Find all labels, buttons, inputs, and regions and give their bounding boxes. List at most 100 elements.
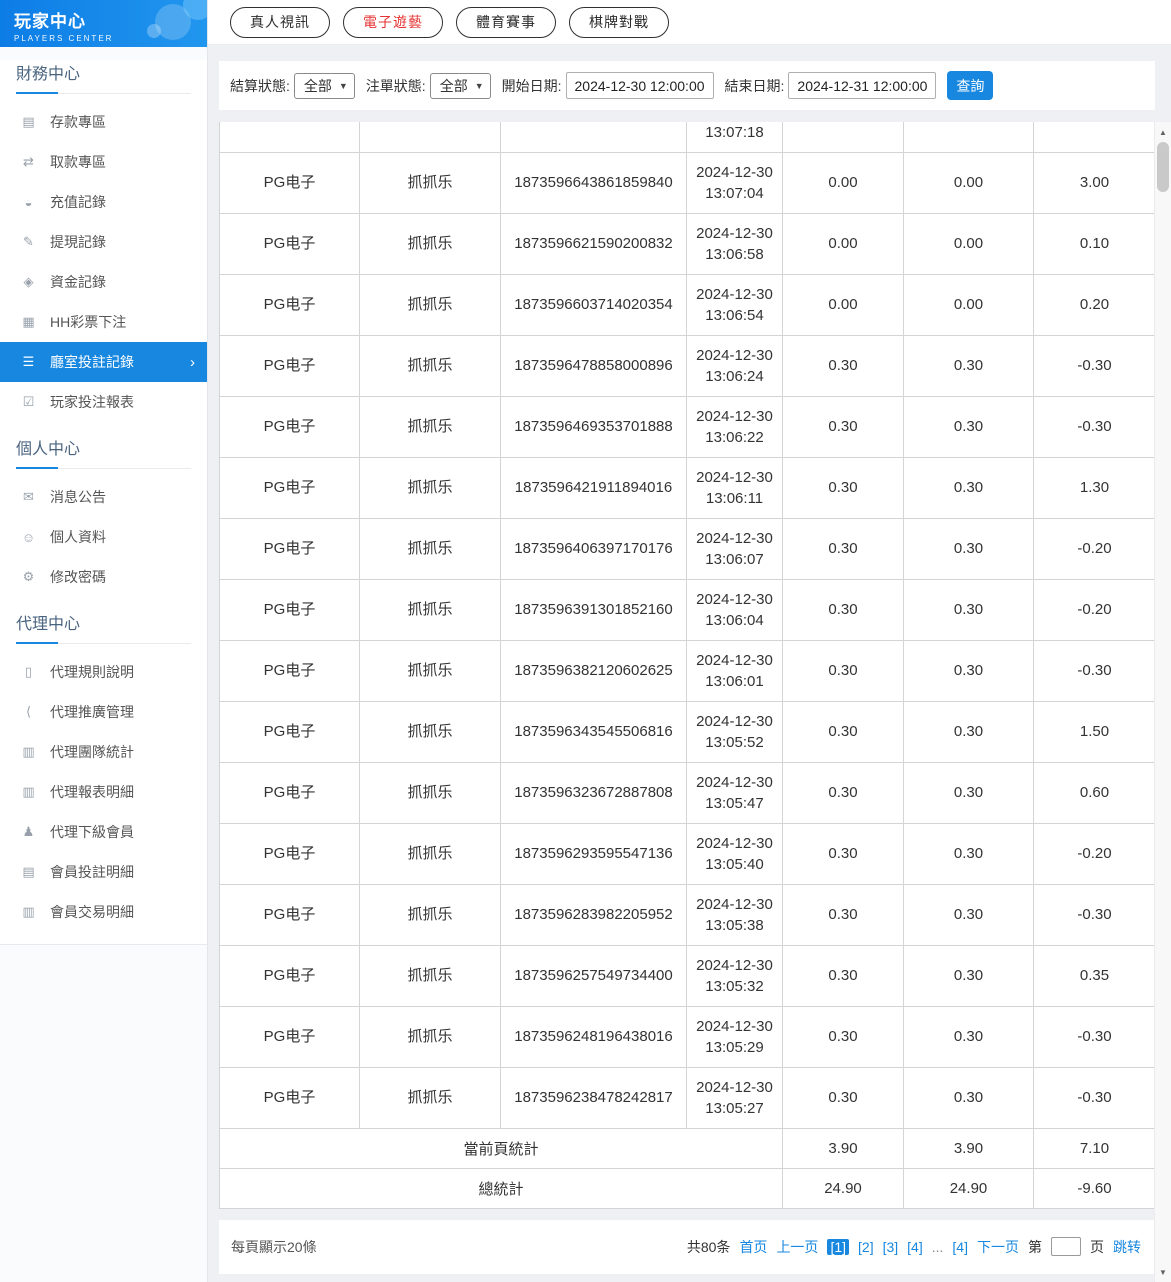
agent-sub-members-icon: ♟ xyxy=(20,824,37,840)
cell-valid-bet: 0.30 xyxy=(904,762,1034,823)
cell-platform: PG电子 xyxy=(220,884,360,945)
cell-bet-amount: 0.30 xyxy=(783,335,904,396)
settle-status-select[interactable]: 全部 ▼ xyxy=(294,73,355,99)
cell-valid-bet: 0.30 xyxy=(904,945,1034,1006)
page-number-link[interactable]: [4] xyxy=(907,1239,923,1255)
cell-game: 抓抓乐 xyxy=(360,762,501,823)
bet-records-table: 13:07:18 PG电子 抓抓乐 1873596643861859840 20… xyxy=(219,122,1156,1209)
tab-sports-events[interactable]: 體育賽事 xyxy=(456,7,556,38)
sidebar-item-label: 會員交易明細 xyxy=(50,902,134,922)
cell-game: 抓抓乐 xyxy=(360,335,501,396)
announcements-icon: ✉ xyxy=(20,489,37,505)
cell-bet-amount: 0.30 xyxy=(783,457,904,518)
search-button[interactable]: 查詢 xyxy=(947,71,993,100)
sidebar-item-agent-sub-members[interactable]: ♟ 代理下級會員 xyxy=(0,812,207,852)
page-number-link[interactable]: [3] xyxy=(883,1239,899,1255)
cell-platform: PG电子 xyxy=(220,396,360,457)
cell-valid-bet: 0.00 xyxy=(904,274,1034,335)
summary-bet: 24.90 xyxy=(783,1168,904,1208)
table-row: PG电子 抓抓乐 1873596478858000896 2024-12-301… xyxy=(220,335,1156,396)
page-ellipsis: ... xyxy=(932,1239,944,1255)
player-bet-report-icon: ☑ xyxy=(20,394,37,410)
cell-game: 抓抓乐 xyxy=(360,457,501,518)
table-row: PG电子 抓抓乐 1873596323672887808 2024-12-301… xyxy=(220,762,1156,823)
cell-datetime: 2024-12-3013:06:11 xyxy=(687,457,783,518)
sidebar-item-profile[interactable]: ☺ 個人資料 xyxy=(0,517,207,557)
sidebar-item-recharge-records[interactable]: ◒ 充值記錄 xyxy=(0,182,207,222)
prev-page-link[interactable]: 上一页 xyxy=(776,1237,818,1257)
sidebar-item-label: 修改密碼 xyxy=(50,567,106,587)
vertical-scrollbar[interactable]: ▲ ▼ xyxy=(1154,122,1171,1282)
cell-game: 抓抓乐 xyxy=(360,945,501,1006)
table-row: PG电子 抓抓乐 1873596391301852160 2024-12-301… xyxy=(220,579,1156,640)
table-row: PG电子 抓抓乐 1873596293595547136 2024-12-301… xyxy=(220,823,1156,884)
settle-status-label: 結算狀態: xyxy=(230,76,290,96)
start-date-label: 開始日期: xyxy=(502,76,562,96)
app-subtitle: PLAYERS CENTER xyxy=(14,34,207,43)
order-status-select[interactable]: 全部 ▼ xyxy=(430,73,491,99)
summary-valid-bet: 3.90 xyxy=(904,1128,1034,1168)
sidebar-item-member-transaction-detail[interactable]: ▥ 會員交易明細 xyxy=(0,892,207,932)
cell-datetime: 2024-12-3013:06:54 xyxy=(687,274,783,335)
total-count-text: 共80条 xyxy=(687,1237,731,1257)
sidebar-item-player-bet-report[interactable]: ☑ 玩家投注報表 xyxy=(0,382,207,422)
cell-platform: PG电子 xyxy=(220,335,360,396)
cell-bet-amount: 0.30 xyxy=(783,823,904,884)
sidebar-item-room-bet-records[interactable]: ☰ 廳室投註記錄 › xyxy=(0,342,207,382)
sidebar-item-label: 代理下級會員 xyxy=(50,822,134,842)
page-number-link[interactable]: [4] xyxy=(952,1239,968,1255)
cell-platform: PG电子 xyxy=(220,1006,360,1067)
sidebar-item-label: 代理報表明細 xyxy=(50,782,134,802)
cell-game: 抓抓乐 xyxy=(360,518,501,579)
jump-link[interactable]: 跳转 xyxy=(1113,1237,1141,1257)
order-status-value: 全部 xyxy=(440,76,468,96)
table-row: PG电子 抓抓乐 1873596406397170176 2024-12-301… xyxy=(220,518,1156,579)
cell-order-no: 1873596382120602625 xyxy=(501,640,687,701)
sidebar-item-funds-records[interactable]: ◈ 資金記錄 xyxy=(0,262,207,302)
jump-prefix-label: 第 xyxy=(1028,1237,1042,1257)
cell-game: 抓抓乐 xyxy=(360,396,501,457)
cell-win-loss: -0.30 xyxy=(1034,1067,1156,1128)
sidebar-section-title: 代理中心 xyxy=(16,610,191,644)
sidebar-item-deposit-zone[interactable]: ▤ 存款專區 xyxy=(0,102,207,142)
sidebar-item-hh-lottery-bet[interactable]: ▦ HH彩票下注 xyxy=(0,302,207,342)
cell-order-no: 1873596238478242817 xyxy=(501,1067,687,1128)
end-date-input[interactable] xyxy=(788,72,936,99)
sidebar-item-agent-team-stats[interactable]: ▥ 代理團隊統計 xyxy=(0,732,207,772)
start-date-input[interactable] xyxy=(566,72,714,99)
sidebar-item-withdraw-zone[interactable]: ⇄ 取款專區 xyxy=(0,142,207,182)
sidebar-item-member-bet-detail[interactable]: ▤ 會員投註明細 xyxy=(0,852,207,892)
cell-datetime: 2024-12-3013:05:32 xyxy=(687,945,783,1006)
cell-win-loss: 0.10 xyxy=(1034,213,1156,274)
tab-live-video[interactable]: 真人視訊 xyxy=(230,7,330,38)
cell-game: 抓抓乐 xyxy=(360,640,501,701)
dropdown-caret-icon: ▼ xyxy=(339,81,348,91)
page-number-link[interactable]: [1] xyxy=(827,1239,849,1255)
scroll-down-arrow-icon[interactable]: ▼ xyxy=(1155,1264,1171,1280)
cell-platform: PG电子 xyxy=(220,1067,360,1128)
cell-bet-amount: 0.30 xyxy=(783,884,904,945)
sidebar-item-agent-rules[interactable]: ▯ 代理規則說明 xyxy=(0,652,207,692)
tab-electronic-games[interactable]: 電子遊藝 xyxy=(343,7,443,38)
sidebar-item-agent-report-detail[interactable]: ▥ 代理報表明細 xyxy=(0,772,207,812)
cell-valid-bet: 0.00 xyxy=(904,152,1034,213)
cell-platform: PG电子 xyxy=(220,701,360,762)
sidebar-item-agent-promotion[interactable]: ⟨ 代理推廣管理 xyxy=(0,692,207,732)
sidebar-item-withdrawal-records[interactable]: ✎ 提現記錄 xyxy=(0,222,207,262)
first-page-link[interactable]: 首页 xyxy=(739,1237,767,1257)
cell-win-loss: 0.20 xyxy=(1034,274,1156,335)
jump-page-input[interactable] xyxy=(1051,1237,1081,1256)
cell-empty xyxy=(783,122,904,152)
scroll-up-arrow-icon[interactable]: ▲ xyxy=(1155,124,1171,140)
sidebar-item-change-password[interactable]: ⚙ 修改密碼 xyxy=(0,557,207,597)
scrollbar-thumb[interactable] xyxy=(1157,142,1169,192)
tab-board-card-battle[interactable]: 棋牌對戰 xyxy=(569,7,669,38)
next-page-link[interactable]: 下一页 xyxy=(977,1237,1019,1257)
sidebar-item-announcements[interactable]: ✉ 消息公告 xyxy=(0,477,207,517)
total-summary-row: 總統計24.9024.90-9.60 xyxy=(220,1168,1156,1208)
page-number-link[interactable]: [2] xyxy=(858,1239,874,1255)
tab-label: 棋牌對戰 xyxy=(589,12,649,32)
cell-valid-bet: 0.30 xyxy=(904,1067,1034,1128)
sidebar-menu: 財務中心 ▤ 存款專區 ⇄ 取款專區 ◒ 充值記錄 ✎ 提現記錄 ◈ 資金記錄 … xyxy=(0,60,207,945)
sidebar-item-label: 代理規則說明 xyxy=(50,662,134,682)
